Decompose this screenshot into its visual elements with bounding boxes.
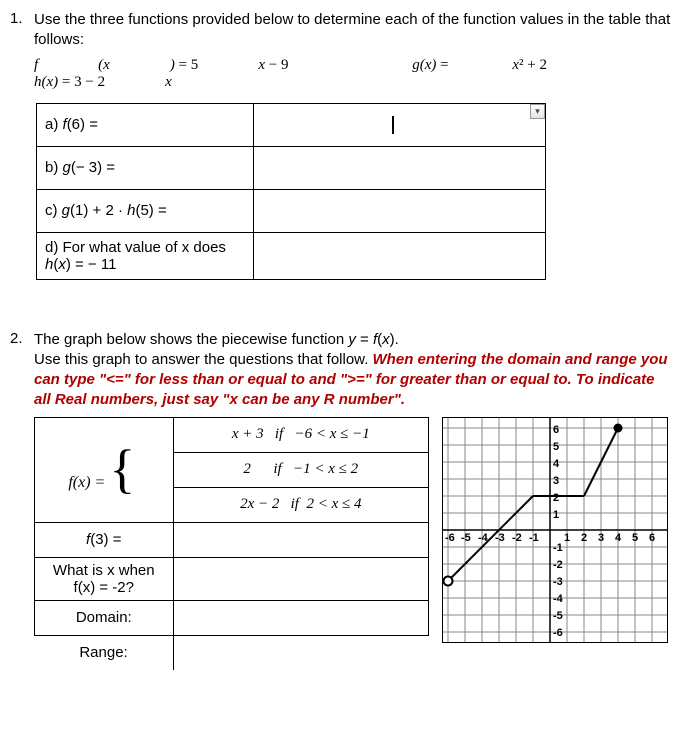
closed-point-icon: [614, 423, 623, 432]
q2-prompt-red: When entering the domain and range you c…: [34, 351, 668, 409]
svg-text:4: 4: [615, 532, 622, 544]
table-row: Domain:: [35, 600, 429, 635]
q1-row-a-label: a) f(6) =: [37, 103, 254, 146]
svg-text:4: 4: [553, 458, 560, 470]
q1-row-a-input[interactable]: [254, 103, 546, 146]
question-1: 1. Use the three functions provided belo…: [10, 10, 675, 280]
q1-func-h: h(x) = 3 − 2x: [34, 74, 172, 90]
q1-table: a) f(6) = b) g(− 3) = c) g(1) + 2 · h(5)…: [36, 103, 546, 280]
question-2: 2. The graph below shows the piecewise f…: [10, 330, 675, 670]
svg-text:5: 5: [553, 441, 559, 453]
q1-row-d-line2: h(x) = − 11: [45, 256, 245, 273]
table-row: What is x when f(x) = -2?: [35, 557, 429, 600]
q1-prompt: Use the three functions provided below t…: [34, 10, 675, 51]
svg-text:3: 3: [598, 532, 604, 544]
svg-text:6: 6: [553, 424, 559, 436]
svg-text:-6: -6: [553, 627, 563, 639]
svg-text:-5: -5: [461, 532, 471, 544]
q2-piece-1: x + 3 if −6 < x ≤ −1: [173, 417, 428, 452]
table-row: f(3) =: [35, 522, 429, 557]
q1-row-d-input[interactable]: [254, 232, 546, 279]
q1-functions: f(x) = 5x − 9 g(x) = x² + 2 h(x) = 3 − 2…: [34, 57, 675, 91]
svg-text:-5: -5: [553, 610, 563, 622]
svg-text:1: 1: [553, 509, 559, 521]
table-row: b) g(− 3) =: [37, 146, 546, 189]
table-row: f(x) = { x + 3 if −6 < x ≤ −1: [35, 417, 429, 452]
q1-row-d-line1: d) For what value of x does: [45, 239, 245, 256]
q2-row-xwhen-label: What is x when f(x) = -2?: [35, 557, 174, 600]
svg-text:-3: -3: [553, 576, 563, 588]
svg-text:2: 2: [553, 492, 559, 504]
table-row: a) f(6) =: [37, 103, 546, 146]
q2-row-xwhen-input[interactable]: [173, 557, 428, 600]
text-cursor-icon: [392, 116, 394, 134]
q2-number: 2.: [10, 330, 34, 347]
svg-text:-1: -1: [553, 542, 563, 554]
q2-fx-label: f(x) = {: [35, 417, 174, 522]
q1-row-b-label: b) g(− 3) =: [37, 146, 254, 189]
q2-row-domain-input[interactable]: [173, 600, 428, 635]
svg-text:-2: -2: [512, 532, 522, 544]
y-ticks: 6 5 4 3 2 1 -1 -2 -3 -4 -5 -6: [553, 424, 564, 639]
q2-piecewise-table: f(x) = { x + 3 if −6 < x ≤ −1 2 if −1 < …: [34, 417, 429, 670]
table-row: c) g(1) + 2 · h(5) =: [37, 189, 546, 232]
svg-text:6: 6: [649, 532, 655, 544]
q2-row-range-label: Range:: [35, 635, 174, 670]
dropdown-caret-icon[interactable]: ▾: [530, 104, 545, 119]
q2-graph: -6-5-4 -3-2-1 123 456 654 321 -1-2-3 -4-…: [442, 417, 672, 648]
table-row: Range:: [35, 635, 429, 670]
q2-row-f3-label: f(3) =: [35, 522, 174, 557]
q2-prompt: The graph below shows the piecewise func…: [34, 330, 675, 411]
svg-text:-2: -2: [553, 559, 563, 571]
svg-text:5: 5: [632, 532, 638, 544]
svg-text:3: 3: [553, 475, 559, 487]
q1-row-c-label: c) g(1) + 2 · h(5) =: [37, 189, 254, 232]
q2-piece-3: 2x − 2 if 2 < x ≤ 4: [173, 487, 428, 522]
svg-text:2: 2: [581, 532, 587, 544]
q2-piece-2: 2 if −1 < x ≤ 2: [173, 452, 428, 487]
q1-func-f: f(x) = 5x − 9: [34, 57, 348, 73]
q2-row-f3-input[interactable]: [173, 522, 428, 557]
open-point-icon: [444, 576, 453, 585]
q1-row-b-input[interactable]: [254, 146, 546, 189]
q2-row-domain-label: Domain:: [35, 600, 174, 635]
svg-text:-6: -6: [445, 532, 455, 544]
q2-row-range-input[interactable]: [173, 635, 428, 670]
piecewise-graph-svg: -6-5-4 -3-2-1 123 456 654 321 -1-2-3 -4-…: [442, 417, 668, 643]
svg-text:-1: -1: [529, 532, 539, 544]
q1-func-g: g(x) = x² + 2: [412, 57, 607, 73]
q1-number: 1.: [10, 10, 34, 27]
table-row: d) For what value of x does h(x) = − 11: [37, 232, 546, 279]
svg-text:-4: -4: [553, 593, 564, 605]
q1-row-c-input[interactable]: [254, 189, 546, 232]
q1-row-d-label: d) For what value of x does h(x) = − 11: [37, 232, 254, 279]
svg-text:1: 1: [564, 532, 570, 544]
